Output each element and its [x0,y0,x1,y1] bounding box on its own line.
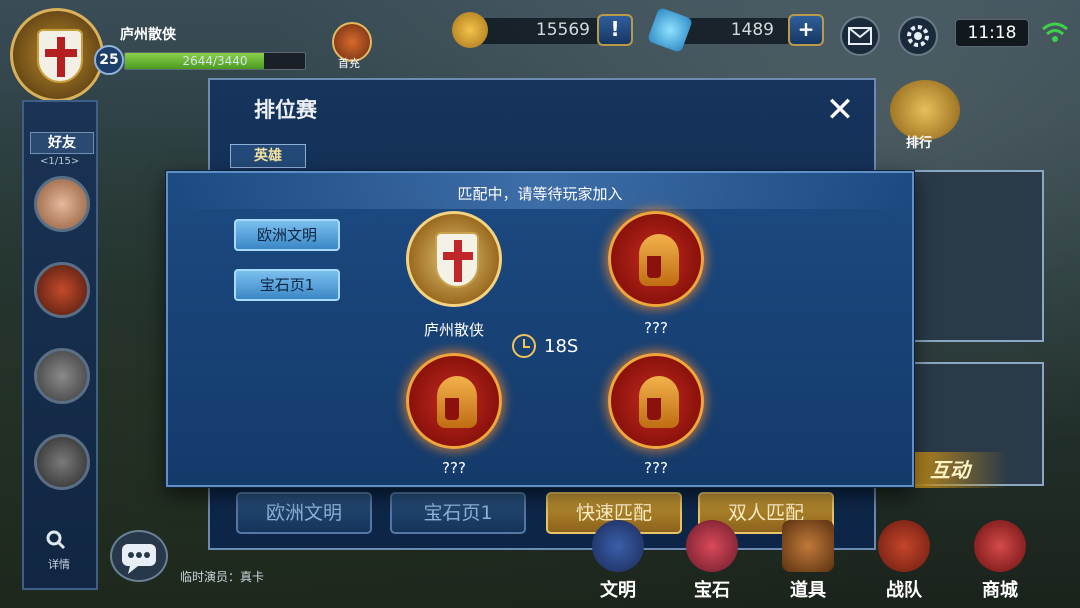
nav-shop-label: 商城 [982,580,1018,601]
mail-icon[interactable] [840,16,880,56]
helmet-icon [878,520,930,572]
gem-icon [686,520,738,572]
player-name: 庐州散侠 [120,27,176,43]
gold-coin-icon [452,12,488,48]
friends-count: <1/15> [40,156,80,167]
player-slot-empty [608,211,704,307]
hero-card[interactable] [906,170,1044,342]
player-slot-empty-label: ??? [644,319,668,337]
detail-label: 详情 [48,558,70,571]
civilization-pill: 欧洲文明 [234,219,340,251]
xp-text: 2644/3440 [182,54,248,68]
friends-sidebar: 好友 <1/15> 详情 [22,100,98,590]
friend-avatar[interactable] [34,348,90,404]
nav-shop[interactable]: 商城 [960,520,1040,601]
player-slot-self [406,211,502,307]
shield-icon [435,232,479,288]
close-button[interactable]: ✕ [818,90,862,130]
xp-bar: 2644/3440 [124,52,306,70]
player-slot-empty-label: ??? [644,459,668,477]
chat-message: 临时演员：真卡 [180,570,265,584]
shield-icon [37,29,83,83]
ranking-label: 排行 [906,136,933,151]
nav-team[interactable]: 战队 [864,520,944,601]
clock-icon [512,334,536,358]
player-slot-empty [406,353,502,449]
first-recharge-label: 首充 [338,57,360,70]
matching-dialog-title: 匹配中，请等待玩家加入 [457,185,623,203]
nav-gems[interactable]: 宝石 [672,520,752,601]
nav-items-label: 道具 [790,580,826,601]
helmet-icon [437,376,477,428]
matching-dialog: 匹配中，请等待玩家加入 欧洲文明 宝石页1 庐州散侠 ??? 18S ??? ?… [166,171,914,487]
banner-icon [592,520,644,572]
player-slot-self-label: 庐州散侠 [423,321,484,339]
player-slot-empty [608,353,704,449]
shop-icon [974,520,1026,572]
gold-add-button[interactable]: ! [597,14,633,46]
tab-hero[interactable]: 英雄 [230,144,306,168]
gem-page-button[interactable]: 宝石页1 [390,492,526,534]
chest-icon [782,520,834,572]
gem-page-pill: 宝石页1 [234,269,340,301]
interact-label[interactable]: 互动 [908,452,1008,488]
player-slot-empty-label: ??? [442,459,466,477]
clock: 11:18 [955,19,1029,47]
nav-civilization-label: 文明 [600,580,636,601]
gem-icon [646,6,694,54]
nav-gems-label: 宝石 [694,580,730,601]
rank-panel-title: 排位赛 [254,98,317,122]
trophy-icon[interactable] [890,80,960,140]
gold-value: 15569 [535,20,590,40]
helmet-icon [639,376,679,428]
gear-icon[interactable] [898,16,938,56]
search-icon[interactable] [44,528,80,556]
friend-avatar[interactable] [34,176,90,232]
gem-value: 1489 [730,20,774,40]
top-bar: 25 庐州散侠 2644/3440 首充 15569 ! 1489 + 11:1… [0,0,1080,102]
level-badge: 25 [94,45,124,75]
friends-label: 好友 [30,132,94,154]
player-avatar[interactable] [10,8,104,102]
nav-team-label: 战队 [886,580,922,601]
chat-icon[interactable] [110,530,168,582]
nav-civilization[interactable]: 文明 [578,520,658,601]
match-timer: 18S [544,336,579,357]
gem-add-button[interactable]: + [788,14,824,46]
friend-avatar[interactable] [34,434,90,490]
helmet-icon [639,234,679,286]
nav-items[interactable]: 道具 [768,520,848,601]
friend-avatar[interactable] [34,262,90,318]
civilization-button[interactable]: 欧洲文明 [236,492,372,534]
wifi-icon [1040,20,1070,44]
